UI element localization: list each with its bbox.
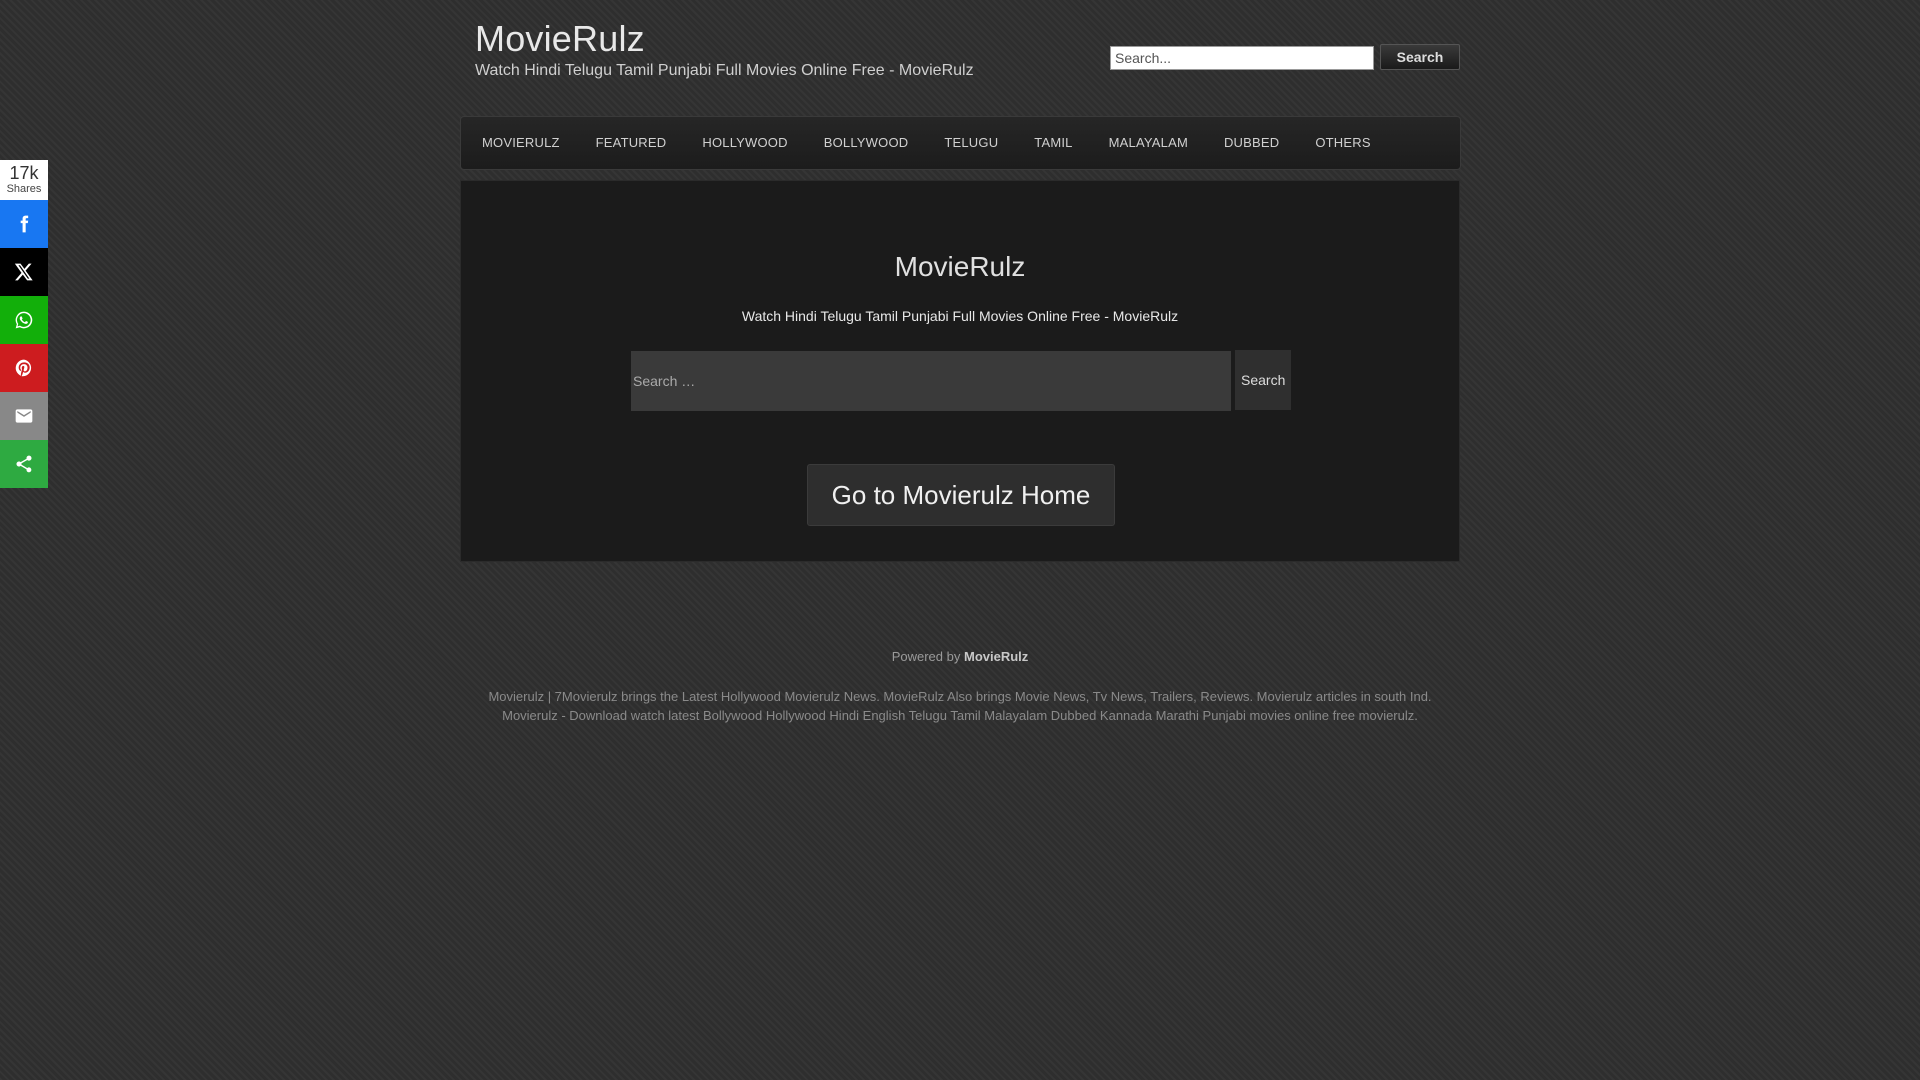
powered-by-prefix: Powered by [891,649,961,664]
nav-item-featured[interactable]: FEATURED [578,116,685,170]
main-navigation: MOVIERULZ FEATURED HOLLYWOOD BOLLYWOOD T… [460,116,1461,170]
main-content: MovieRulz Watch Hindi Telugu Tamil Punja… [460,180,1460,562]
share-x-button[interactable] [0,248,48,296]
nav-item-bollywood[interactable]: BOLLYWOOD [806,116,927,170]
nav-item-telugu[interactable]: TELUGU [926,116,1016,170]
header-search-button[interactable]: Search [1380,44,1460,70]
share-email-button[interactable] [0,392,48,440]
powered-by: Powered by MovieRulz [0,649,1920,664]
facebook-icon [20,215,29,233]
nav-item-movierulz[interactable]: MOVIERULZ [464,116,578,170]
whatsapp-icon [15,311,33,329]
x-twitter-icon [14,263,33,281]
nav-item-malayalam[interactable]: MALAYALAM [1091,116,1206,170]
share-whatsapp-button[interactable] [0,296,48,344]
share-sidebar: 17k Shares [0,160,48,488]
nav-item-hollywood[interactable]: HOLLYWOOD [684,116,805,170]
main-description: Watch Hindi Telugu Tamil Punjabi Full Mo… [741,308,1179,324]
site-title-link[interactable]: MovieRulz [475,18,645,60]
powered-by-link[interactable]: MovieRulz [964,649,1028,664]
share-icon [16,455,32,473]
site-header: MovieRulz Watch Hindi Telugu Tamil Punja… [460,0,1462,110]
main-search-button[interactable]: Search [1235,350,1291,410]
share-count-label: Shares [6,183,42,195]
header-search-input[interactable] [1110,46,1374,70]
share-count-number: 17k [9,163,39,183]
nav-item-dubbed[interactable]: DUBBED [1206,116,1297,170]
nav-item-others[interactable]: OTHERS [1297,116,1388,170]
main-title: MovieRulz [894,251,1026,282]
share-pinterest-button[interactable] [0,344,48,392]
pinterest-icon [15,359,32,377]
go-home-button[interactable]: Go to Movierulz Home [807,464,1115,526]
share-more-button[interactable] [0,440,48,488]
email-icon [15,409,33,423]
main-search-input[interactable] [631,351,1231,411]
site-description: Watch Hindi Telugu Tamil Punjabi Full Mo… [475,62,974,79]
footer-line-1: Movierulz | 7Movierulz brings the Latest… [488,689,1432,704]
nav-item-tamil[interactable]: TAMIL [1016,116,1090,170]
footer-description: Movierulz | 7Movierulz brings the Latest… [0,687,1920,725]
footer-line-2: Movierulz - Download watch latest Bollyw… [502,708,1418,723]
share-count: 17k Shares [0,160,48,200]
share-facebook-button[interactable] [0,200,48,248]
